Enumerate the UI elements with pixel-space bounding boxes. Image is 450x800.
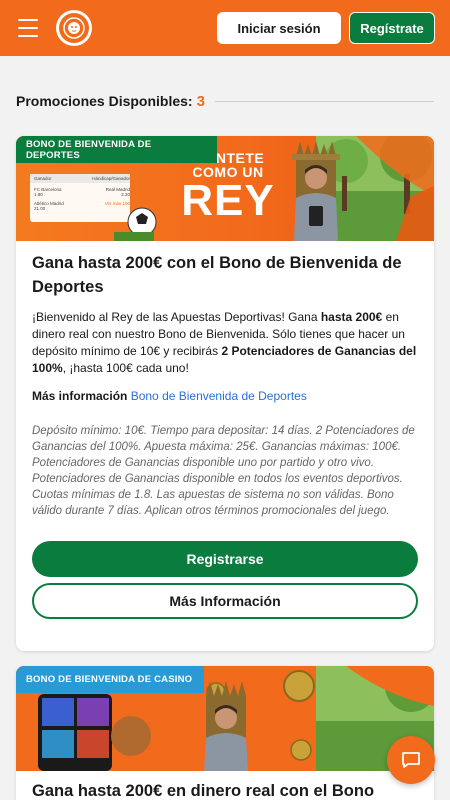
terms-text: Depósito mínimo: 10€. Tiempo para deposi… <box>32 425 415 517</box>
promotions-label: Promociones Disponibles: <box>16 93 193 109</box>
promotions-count: 3 <box>196 92 205 110</box>
card-title: Gana hasta 200€ con el Bono de Bienvenid… <box>32 254 402 296</box>
top-header: Iniciar sesión Regístrate <box>0 0 450 56</box>
desc-text: , ¡hasta 100€ cada uno! <box>62 361 189 375</box>
casino-banner-image: BONO DE BIENVENIDA DE CASINO <box>16 666 434 771</box>
mock-tab-winner: Ganador <box>34 176 52 181</box>
casino-badge: BONO DE BIENVENIDA DE CASINO <box>16 666 204 693</box>
mock-home-odd: 1.80 <box>34 192 43 197</box>
more-info-link[interactable]: Bono de Bienvenida de Deportes <box>131 389 307 403</box>
desc-text: ¡Bienvenido al Rey de las Apuestas Depor… <box>32 310 321 324</box>
register-promo-button[interactable]: Registrarse <box>32 541 418 577</box>
chat-button[interactable] <box>387 736 435 784</box>
desc-bold: hasta 200€ <box>320 310 383 324</box>
mock-tab-handicap: Hándicap/Ganador <box>92 176 130 181</box>
sports-banner-image: Ganador Hándicap/Ganador FC Barcelona Re… <box>16 136 434 241</box>
chat-icon <box>402 752 420 768</box>
more-info-label: Más información <box>32 389 128 403</box>
card-title: Gana hasta 200€ en dinero real con el Bo… <box>32 782 375 800</box>
more-info-button[interactable]: Más Información <box>32 583 418 619</box>
register-button[interactable]: Regístrate <box>349 12 435 44</box>
mock-away-odd: 2.20 <box>121 192 130 197</box>
brand-logo[interactable] <box>56 10 92 46</box>
divider <box>214 100 434 102</box>
mock-more-link: Ver más 100 <box>104 201 130 206</box>
promotions-heading: Promociones Disponibles: 3 <box>16 92 434 110</box>
card-description: ¡Bienvenido al Rey de las Apuestas Depor… <box>32 309 418 377</box>
mock-home-odd: 21.00 <box>34 206 46 211</box>
promo-card-casino: BONO DE BIENVENIDA DE CASINO Gana hasta … <box>16 666 434 800</box>
menu-icon[interactable] <box>18 19 38 37</box>
banner-line-3: REY <box>181 176 275 225</box>
sports-badge: BONO DE BIENVENIDA DE DEPORTES <box>16 136 217 163</box>
mock-odds-table: Ganador Hándicap/Ganador FC Barcelona Re… <box>34 174 130 211</box>
login-button[interactable]: Iniciar sesión <box>217 12 341 44</box>
more-info-row: Más información Bono de Bienvenida de De… <box>32 389 418 403</box>
lion-logo-icon <box>59 13 89 43</box>
promo-card-sports: Ganador Hándicap/Ganador FC Barcelona Re… <box>16 136 434 651</box>
